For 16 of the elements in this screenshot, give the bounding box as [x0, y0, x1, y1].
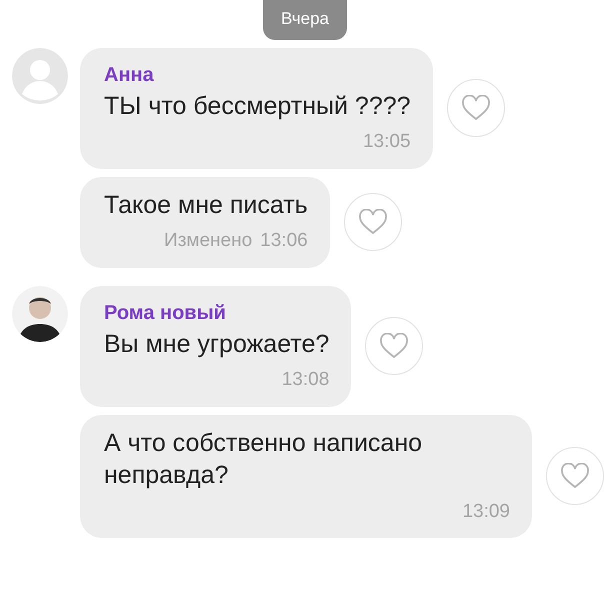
message-time: 13:08 — [282, 369, 330, 390]
heart-icon — [560, 463, 590, 490]
edited-label: Изменено — [164, 230, 252, 251]
message-text: Вы мне угрожаете? — [104, 328, 330, 360]
sender-name: Рома новый — [104, 300, 227, 326]
date-label: Вчера — [263, 0, 347, 40]
message-time: 13:06 — [260, 230, 308, 251]
heart-icon — [379, 333, 410, 359]
message-time: 13:09 — [462, 500, 510, 522]
message-text: ТЫ что бессмертный ???? — [104, 90, 411, 122]
heart-icon — [358, 209, 388, 235]
sender-name: Анна — [104, 62, 155, 88]
heart-icon — [460, 95, 491, 121]
message-text: Такое мне писать — [104, 190, 308, 220]
message-text: А что собственно написано неправда? — [104, 428, 424, 491]
message-time: 13:05 — [362, 131, 411, 152]
